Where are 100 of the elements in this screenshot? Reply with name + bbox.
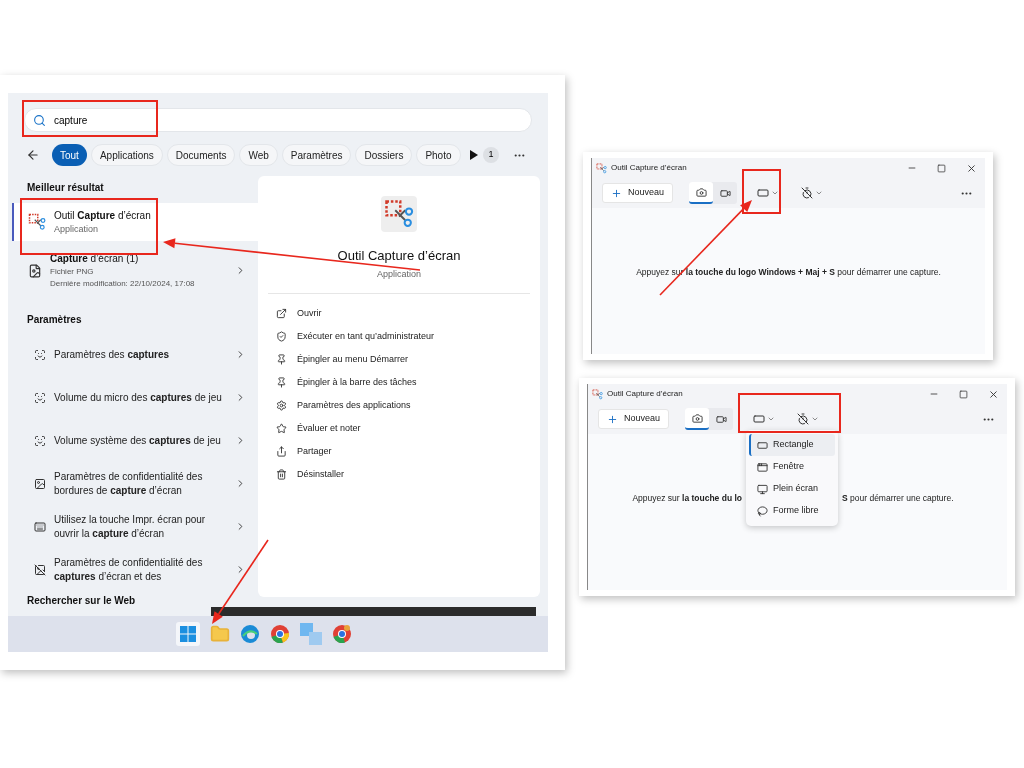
settings-result-item[interactable]: Paramètres des captures — [12, 333, 258, 376]
shield-icon — [276, 331, 287, 342]
next-icon[interactable] — [468, 150, 478, 160]
new-button[interactable]: Nouveau — [598, 409, 670, 429]
plus-icon — [607, 413, 618, 425]
action-item[interactable]: Ouvrir — [276, 302, 540, 325]
capture-settings-icon — [34, 348, 46, 361]
settings-result-item[interactable]: Utilisez la touche Impr. écran pour ouvrir la capture d’écran — [12, 505, 258, 548]
shape-menu-item[interactable]: Rectangle — [749, 434, 835, 456]
shape-menu-item[interactable]: Plein écran — [749, 478, 835, 500]
camera-icon — [695, 186, 707, 198]
close-icon[interactable] — [966, 162, 977, 174]
shape-menu-item[interactable]: Forme libre — [749, 500, 835, 522]
browser-icon[interactable] — [240, 624, 260, 644]
window-title: Outil Capture d’écran — [611, 162, 687, 174]
action-item[interactable]: Paramètres des applications — [276, 394, 540, 417]
action-item[interactable]: Exécuter en tant qu’administrateur — [276, 325, 540, 348]
video-camera-icon — [719, 187, 731, 199]
result-count: 1 — [483, 147, 499, 163]
rectangle-icon — [753, 413, 766, 425]
shape-dropdown[interactable] — [753, 413, 776, 425]
chevron-down-icon — [811, 415, 820, 423]
highlight-frame — [742, 169, 781, 214]
snipping-tool-icon — [592, 388, 603, 400]
plus-icon — [611, 187, 622, 199]
pin-icon — [276, 377, 287, 388]
pin-icon — [276, 354, 287, 365]
photo-mode-button[interactable] — [689, 182, 714, 204]
filter-tab[interactable]: Paramètres — [281, 144, 352, 166]
search-icon — [33, 113, 46, 127]
maximize-icon[interactable] — [959, 389, 968, 399]
result-title: Paramètres de confidentialité des captures d’écran et des — [54, 555, 204, 584]
filter-tab[interactable]: Web — [239, 144, 278, 166]
app-tiles-icon[interactable] — [300, 623, 322, 645]
settings-icon — [276, 400, 287, 411]
shape-menu-item[interactable]: Fenêtre — [749, 456, 835, 478]
action-item[interactable]: Désinstaller — [276, 463, 540, 486]
star-icon — [276, 423, 287, 434]
filter-tab[interactable]: Dossiers — [355, 144, 413, 166]
timer-off-icon — [797, 413, 810, 425]
result-title: Outil Capture d’écran — [54, 208, 151, 223]
filter-tab[interactable]: Documents — [166, 144, 236, 166]
chevron-down-icon — [771, 189, 780, 197]
capture-settings-icon — [34, 391, 46, 404]
video-camera-icon — [715, 413, 727, 425]
timer-dropdown[interactable] — [801, 187, 824, 199]
action-item[interactable]: Épingler à la barre des tâches — [276, 371, 540, 394]
open-icon — [276, 308, 287, 319]
new-button[interactable]: Nouveau — [602, 183, 674, 203]
close-icon[interactable] — [988, 388, 999, 400]
window-icon — [757, 461, 768, 473]
browser-icon[interactable] — [332, 624, 352, 644]
image-privacy-icon — [34, 563, 46, 576]
share-icon — [276, 446, 287, 457]
search-field[interactable]: capture — [24, 108, 532, 132]
window-title: Outil Capture d’écran — [607, 388, 683, 400]
windows-logo-icon — [180, 626, 196, 642]
freeform-icon — [757, 505, 768, 517]
action-item[interactable]: Partager — [276, 440, 540, 463]
start-button[interactable] — [176, 622, 200, 646]
settings-result-item[interactable]: Volume système des captures de jeu — [12, 419, 258, 462]
result-title: Volume du micro des captures de jeu — [54, 390, 223, 405]
camera-icon — [691, 412, 703, 424]
keyboard-icon — [34, 520, 46, 533]
action-item[interactable]: Évaluer et noter — [276, 417, 540, 440]
snipping-tool-icon — [28, 213, 46, 231]
preview-title: Outil Capture d’écran — [337, 247, 461, 265]
browser-icon[interactable] — [270, 624, 290, 644]
timer-dropdown[interactable] — [797, 413, 820, 425]
chevron-down-icon — [767, 415, 776, 423]
filter-tab[interactable]: Photo — [416, 144, 461, 166]
hint-text: S pour démarrer une capture. — [842, 492, 954, 505]
preview-subtitle: Application — [377, 267, 421, 281]
action-item[interactable]: Épingler au menu Démarrer — [276, 348, 540, 371]
hint-text: Appuyez sur la touche du logo Windows + Maj + S pour démarrer une capture. — [636, 266, 941, 279]
filter-tab[interactable]: Tout — [52, 144, 87, 166]
settings-result-item[interactable]: Paramètres de confidentialité des captures d’écran et des — [12, 548, 258, 591]
settings-result-item[interactable]: Volume du micro des captures de jeu — [12, 376, 258, 419]
result-title: Utilisez la touche Impr. écran pour ouvrir la capture d’écran — [54, 512, 207, 541]
result-subtitle: Fichier PNG — [50, 266, 95, 278]
rectangle-icon — [757, 187, 770, 199]
result-subtitle: Application — [54, 222, 100, 236]
back-icon[interactable] — [26, 148, 40, 162]
search-query: capture — [54, 113, 88, 128]
trash-icon — [276, 469, 287, 480]
rectangle-icon — [757, 439, 768, 451]
section-heading: Rechercher sur le Web — [27, 595, 137, 607]
image-icon — [34, 477, 46, 490]
section-heading: Paramètres — [27, 313, 83, 327]
fullscreen-icon — [757, 483, 768, 495]
best-result-item[interactable]: Outil Capture d’écran Application — [12, 203, 258, 241]
timer-off-icon — [801, 187, 814, 199]
result-title: Paramètres de confidentialité des bordures de capture d’écran — [54, 469, 204, 498]
maximize-icon[interactable] — [937, 163, 946, 173]
photo-mode-button[interactable] — [685, 408, 710, 430]
filter-tab[interactable]: Applications — [90, 144, 163, 166]
settings-result-item[interactable]: Paramètres de confidentialité des bordures de capture d’écran — [12, 462, 258, 505]
result-date: Dernière modification: 22/10/2024, 17:08 — [50, 278, 196, 290]
shape-dropdown[interactable] — [757, 187, 780, 199]
capture-settings-icon — [34, 434, 46, 447]
